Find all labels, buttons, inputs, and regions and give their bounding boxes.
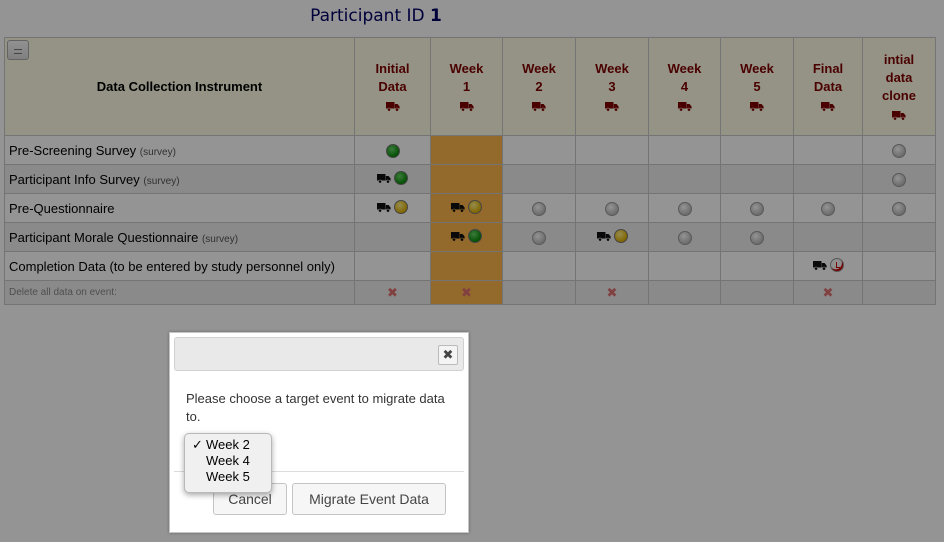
dialog-titlebar[interactable]: ✖	[174, 337, 464, 371]
select-option-week-4[interactable]: Week 4	[185, 453, 271, 469]
target-event-select-dropdown[interactable]: ✓ Week 2 Week 4 Week 5	[184, 433, 272, 493]
close-icon[interactable]: ✖	[438, 345, 458, 365]
page: Participant ID 1 Data Collection Instrum…	[0, 0, 944, 542]
select-option-week-2[interactable]: ✓ Week 2	[185, 437, 271, 453]
select-option-week-5[interactable]: Week 5	[185, 469, 271, 485]
migrate-event-data-button[interactable]: Migrate Event Data	[292, 483, 446, 515]
checkmark-icon: ✓	[192, 437, 203, 452]
modal-overlay	[0, 0, 944, 542]
dialog-message: Please choose a target event to migrate …	[186, 391, 445, 424]
